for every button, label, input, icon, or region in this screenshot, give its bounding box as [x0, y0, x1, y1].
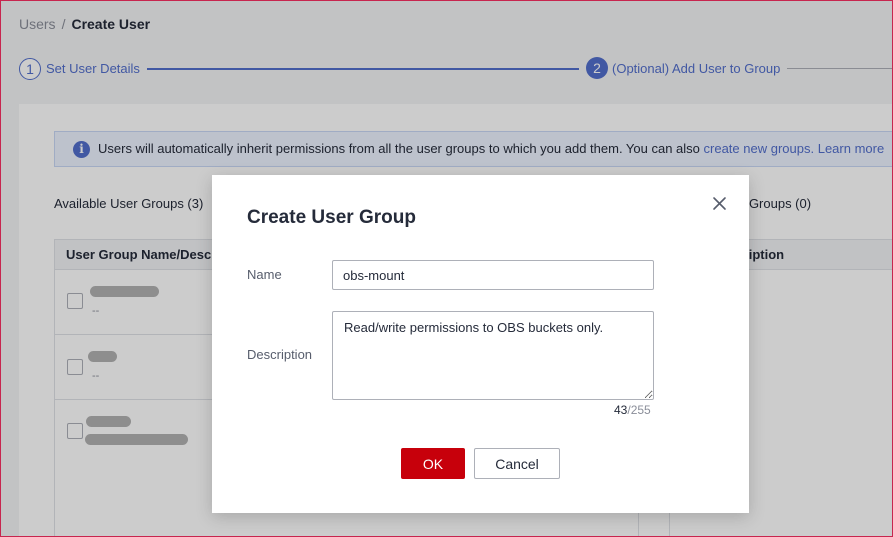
char-count-max: /255 — [627, 403, 651, 417]
ok-button[interactable]: OK — [401, 448, 465, 479]
create-user-group-dialog: Create User Group Name Description Read/… — [212, 175, 749, 513]
close-icon[interactable] — [709, 193, 731, 215]
char-count-current: 43 — [614, 403, 628, 417]
name-input[interactable] — [332, 260, 654, 290]
description-textarea[interactable]: Read/write permissions to OBS buckets on… — [332, 311, 654, 400]
char-counter: 43/255 — [614, 403, 651, 417]
cancel-button[interactable]: Cancel — [474, 448, 560, 479]
name-label: Name — [247, 267, 282, 282]
description-label: Description — [247, 347, 313, 362]
dialog-title: Create User Group — [247, 207, 416, 228]
page-frame: Users / Create User 1 Set User Details 2 (… — [0, 0, 893, 537]
